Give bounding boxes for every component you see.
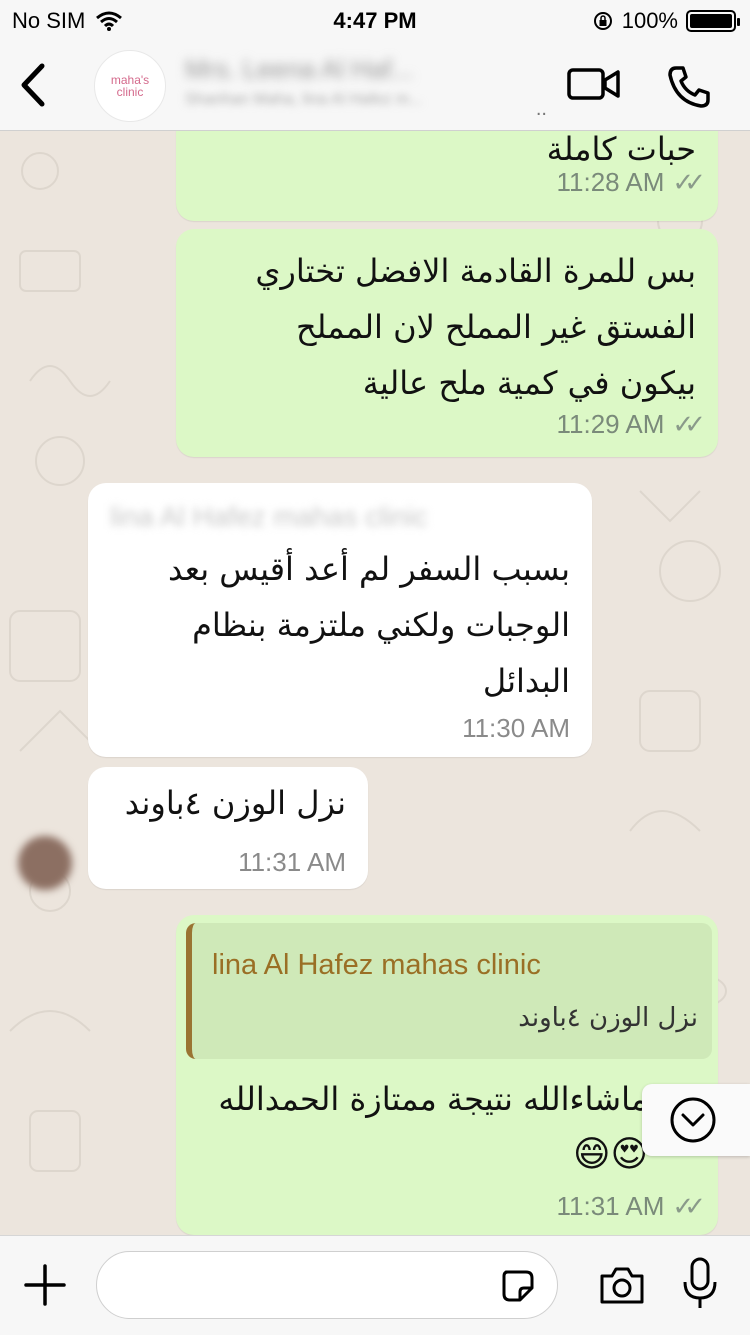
read-ticks-icon: ✓✓ bbox=[672, 409, 705, 439]
message-line: بسبب السفر لم أعد أقيس بعد bbox=[167, 550, 570, 588]
video-call-icon[interactable] bbox=[566, 64, 622, 104]
message-line: ماشاءالله نتيجة ممتازة الحمدالله bbox=[218, 1080, 648, 1118]
message-line: الوجبات ولكني ملتزمة بنظام bbox=[192, 606, 570, 644]
sender-avatar[interactable] bbox=[18, 836, 72, 890]
message-text-block: ماشاءالله نتيجة ممتازة الحمدالله 😍😄 bbox=[218, 1071, 648, 1183]
camera-icon[interactable] bbox=[598, 1264, 646, 1306]
message-time: 11:31 AM bbox=[238, 847, 346, 877]
status-right: 100% bbox=[592, 8, 740, 34]
battery-fill bbox=[690, 14, 732, 28]
read-ticks-icon: ✓✓ bbox=[672, 1191, 705, 1221]
contact-subtitle: Shanhan Maha, lina Al Hafez m... bbox=[185, 91, 423, 108]
avatar-logo-line2: clinic bbox=[116, 85, 144, 99]
message-line: الفستق غير المملح لان المملح bbox=[296, 308, 696, 346]
chat-header: maha's clinic Mrs. Leena Al Haf... Shanh… bbox=[0, 40, 750, 131]
message-line: بيكون في كمية ملح عالية bbox=[362, 364, 696, 402]
message-meta: 11:29 AM ✓✓ bbox=[556, 409, 705, 440]
contact-name: Mrs. Leena Al Haf... bbox=[185, 54, 414, 84]
message-bubble-incoming[interactable]: نزل الوزن ٤باوند 11:31 AM bbox=[88, 767, 368, 889]
message-meta: 11:28 AM ✓✓ bbox=[556, 167, 705, 198]
message-bubble-outgoing[interactable]: lina Al Hafez mahas clinic نزل الوزن ٤با… bbox=[176, 915, 718, 1235]
message-time: 11:29 AM bbox=[556, 409, 665, 439]
contact-info[interactable]: Mrs. Leena Al Haf... Shanhan Maha, lina … bbox=[185, 54, 547, 120]
quoted-sender-name: lina Al Hafez mahas clinic bbox=[212, 949, 541, 981]
message-line: بس للمرة القادمة الافضل تختاري bbox=[255, 252, 696, 290]
quoted-message-text: نزل الوزن ٤باوند bbox=[518, 1003, 698, 1033]
message-bubble-outgoing[interactable]: حبات كاملة 11:28 AM ✓✓ bbox=[176, 131, 718, 221]
message-text-block: بسبب السفر لم أعد أقيس بعد الوجبات ولكني… bbox=[168, 541, 570, 709]
more-dots: .. bbox=[535, 98, 547, 120]
message-emoji-line: 😍😄 bbox=[572, 1134, 648, 1175]
phone-call-icon[interactable] bbox=[664, 62, 714, 112]
mic-icon[interactable] bbox=[680, 1256, 720, 1312]
sender-name: lina Al Hafez mahas clinic bbox=[110, 501, 428, 532]
message-time: 11:31 AM bbox=[556, 1191, 665, 1221]
chat-area[interactable]: حبات كاملة 11:28 AM ✓✓ بس للمرة القادمة … bbox=[0, 131, 750, 1235]
sticker-icon[interactable] bbox=[500, 1268, 536, 1304]
read-ticks-icon: ✓✓ bbox=[672, 167, 705, 197]
message-time: 11:28 AM bbox=[556, 167, 665, 197]
scroll-to-bottom-button[interactable] bbox=[642, 1084, 750, 1156]
message-bubble-incoming[interactable]: lina Al Hafez mahas clinic بسبب السفر لم… bbox=[88, 483, 592, 757]
composer-bar bbox=[0, 1235, 750, 1335]
message-meta: 11:31 AM bbox=[238, 847, 346, 878]
contact-avatar[interactable]: maha's clinic bbox=[94, 50, 166, 122]
message-meta: 11:30 AM bbox=[462, 713, 570, 744]
message-text: نزل الوزن ٤باوند bbox=[124, 784, 346, 822]
message-input[interactable] bbox=[96, 1251, 558, 1319]
message-time: 11:30 AM bbox=[462, 713, 570, 743]
scroll-down-icon bbox=[670, 1097, 716, 1143]
message-meta: 11:31 AM ✓✓ bbox=[556, 1191, 705, 1222]
back-chevron-icon[interactable] bbox=[14, 60, 54, 110]
plus-icon[interactable] bbox=[22, 1262, 68, 1308]
quoted-reply[interactable]: lina Al Hafez mahas clinic نزل الوزن ٤با… bbox=[186, 923, 712, 1059]
status-bar: No SIM 4:47 PM 100% bbox=[0, 0, 750, 40]
message-bubble-outgoing[interactable]: بس للمرة القادمة الافضل تختاري الفستق غي… bbox=[176, 229, 718, 457]
message-text-block: بس للمرة القادمة الافضل تختاري الفستق غي… bbox=[255, 243, 696, 411]
lock-rotation-icon bbox=[593, 12, 612, 30]
battery-percent: 100% bbox=[621, 8, 678, 33]
message-line: البدائل bbox=[482, 662, 570, 700]
battery-icon bbox=[686, 10, 740, 32]
